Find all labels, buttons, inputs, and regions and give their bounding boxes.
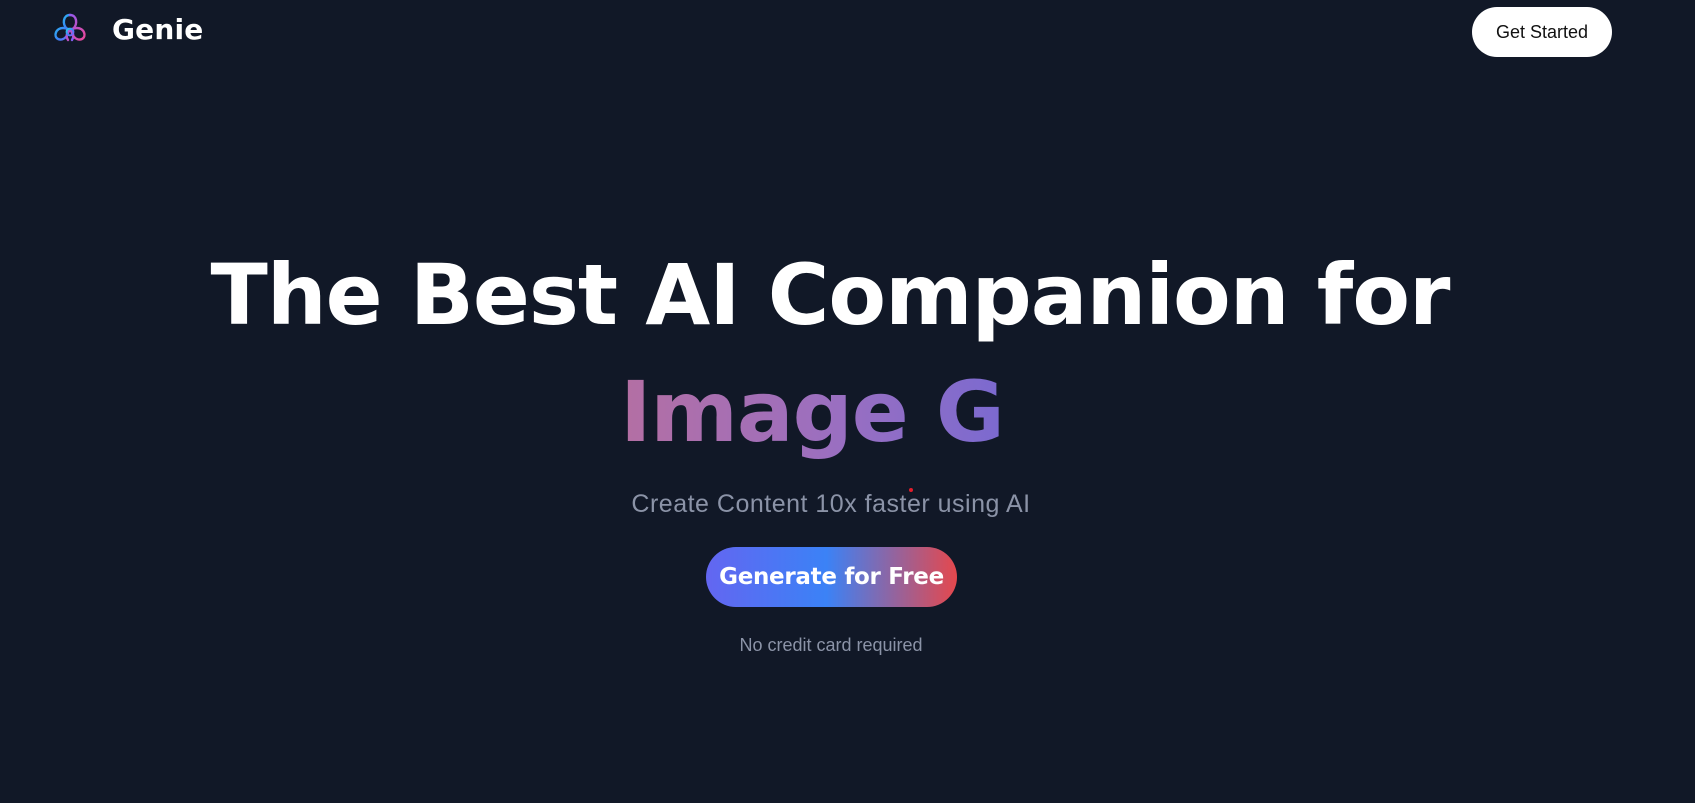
brand-home-link[interactable]: Genie bbox=[52, 12, 204, 48]
typed-text: Image G bbox=[620, 363, 1005, 461]
hero-subtitle: Create Content 10x faster using AI bbox=[631, 490, 1031, 518]
hero-typed-title: Image G bbox=[0, 362, 1624, 462]
pointer-dot bbox=[909, 488, 913, 492]
genie-logo-icon bbox=[54, 13, 86, 42]
generate-for-free-button[interactable]: Generate for Free bbox=[706, 547, 957, 607]
landing-page: Genie Get Started The Best AI Companion … bbox=[0, 0, 1695, 803]
get-started-button[interactable]: Get Started bbox=[1472, 7, 1612, 57]
brand-name: Genie bbox=[112, 13, 204, 46]
no-credit-card-note: No credit card required bbox=[739, 635, 923, 655]
top-navbar: Genie Get Started bbox=[0, 0, 1695, 64]
hero-title: The Best AI Companion for bbox=[210, 246, 1451, 344]
